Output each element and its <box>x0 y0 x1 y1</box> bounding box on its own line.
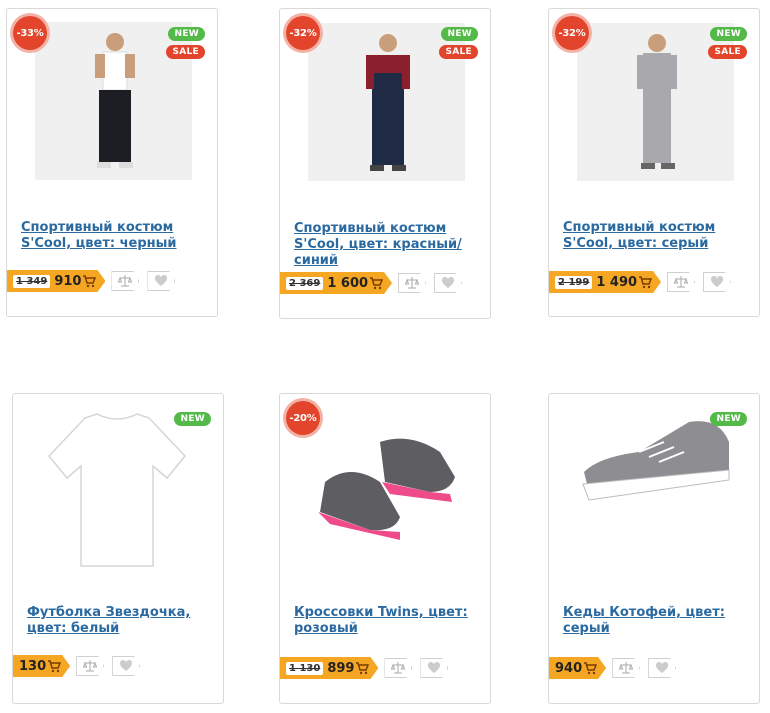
sale-badge: SALE <box>708 45 747 59</box>
product-card: NEW Футболка Звездочка, цвет: белый 130 <box>12 393 224 704</box>
heart-icon <box>119 659 133 673</box>
sale-badge: SALE <box>439 45 478 59</box>
wishlist-button[interactable] <box>648 658 676 678</box>
wishlist-button[interactable] <box>147 271 175 291</box>
product-title-link[interactable]: Спортивный костюм S'Cool, цвет: черный <box>21 220 209 252</box>
product-card: -32% NEW SALE Спортивный костюм S'Cool, … <box>548 8 760 317</box>
heart-icon <box>441 276 455 290</box>
product-image[interactable] <box>569 412 739 532</box>
product-image[interactable] <box>300 422 470 582</box>
product-title-link[interactable]: Футболка Звездочка, цвет: белый <box>27 605 215 637</box>
add-to-cart-button[interactable]: 1 349 910 <box>7 270 105 292</box>
new-badge: NEW <box>174 412 211 426</box>
compare-button[interactable] <box>111 271 139 291</box>
cart-icon <box>82 274 96 288</box>
new-badge: NEW <box>441 27 478 41</box>
new-badge: NEW <box>710 27 747 41</box>
product-card: NEW Кеды Котофей, цвет: серый 940 <box>548 393 760 704</box>
add-to-cart-button[interactable]: 130 <box>13 655 70 677</box>
sale-badge: SALE <box>166 45 205 59</box>
price: 1 600 <box>327 275 369 291</box>
cart-icon <box>355 661 369 675</box>
compare-button[interactable] <box>398 273 426 293</box>
compare-button[interactable] <box>76 656 104 676</box>
product-card: -20% Кроссовки Twins, цвет: розовый 1 13… <box>279 393 491 704</box>
product-image[interactable] <box>35 406 200 576</box>
new-badge: NEW <box>710 412 747 426</box>
compare-button[interactable] <box>384 658 412 678</box>
product-title-link[interactable]: Кроссовки Twins, цвет: розовый <box>294 605 482 637</box>
old-price: 2 369 <box>286 277 323 290</box>
compare-button[interactable] <box>667 272 695 292</box>
discount-badge: -32% <box>286 16 320 50</box>
heart-icon <box>427 661 441 675</box>
scales-icon <box>391 661 405 675</box>
cart-icon <box>583 661 597 675</box>
product-card: -33% NEW SALE Спортивный костюм S'Cool, … <box>6 8 218 317</box>
scales-icon <box>405 276 419 290</box>
wishlist-button[interactable] <box>112 656 140 676</box>
old-price: 1 349 <box>13 275 50 288</box>
wishlist-button[interactable] <box>434 273 462 293</box>
old-price: 1 130 <box>286 662 323 675</box>
discount-badge: -32% <box>555 16 589 50</box>
heart-icon <box>710 275 724 289</box>
price: 899 <box>327 660 355 676</box>
product-title-link[interactable]: Кеды Котофей, цвет: серый <box>563 605 751 637</box>
scales-icon <box>619 661 633 675</box>
add-to-cart-button[interactable]: 2 199 1 490 <box>549 271 661 293</box>
scales-icon <box>83 659 97 673</box>
wishlist-button[interactable] <box>420 658 448 678</box>
price: 940 <box>555 660 583 676</box>
scales-icon <box>118 274 132 288</box>
product-title-link[interactable]: Спортивный костюм S'Cool, цвет: серый <box>563 220 751 252</box>
cart-icon <box>369 276 383 290</box>
cart-icon <box>638 275 652 289</box>
product-title-link[interactable]: Спортивный костюм S'Cool, цвет: красный/… <box>294 221 482 269</box>
compare-button[interactable] <box>612 658 640 678</box>
discount-badge: -20% <box>286 401 320 435</box>
wishlist-button[interactable] <box>703 272 731 292</box>
add-to-cart-button[interactable]: 940 <box>549 657 606 679</box>
heart-icon <box>154 274 168 288</box>
price: 130 <box>19 658 47 674</box>
cart-icon <box>47 659 61 673</box>
discount-badge: -33% <box>13 16 47 50</box>
heart-icon <box>655 661 669 675</box>
product-card: -32% NEW SALE Спортивный костюм S'Cool, … <box>279 8 491 319</box>
add-to-cart-button[interactable]: 2 369 1 600 <box>280 272 392 294</box>
add-to-cart-button[interactable]: 1 130 899 <box>280 657 378 679</box>
old-price: 2 199 <box>555 276 592 289</box>
new-badge: NEW <box>168 27 205 41</box>
scales-icon <box>674 275 688 289</box>
price: 910 <box>54 273 82 289</box>
price: 1 490 <box>596 274 638 290</box>
